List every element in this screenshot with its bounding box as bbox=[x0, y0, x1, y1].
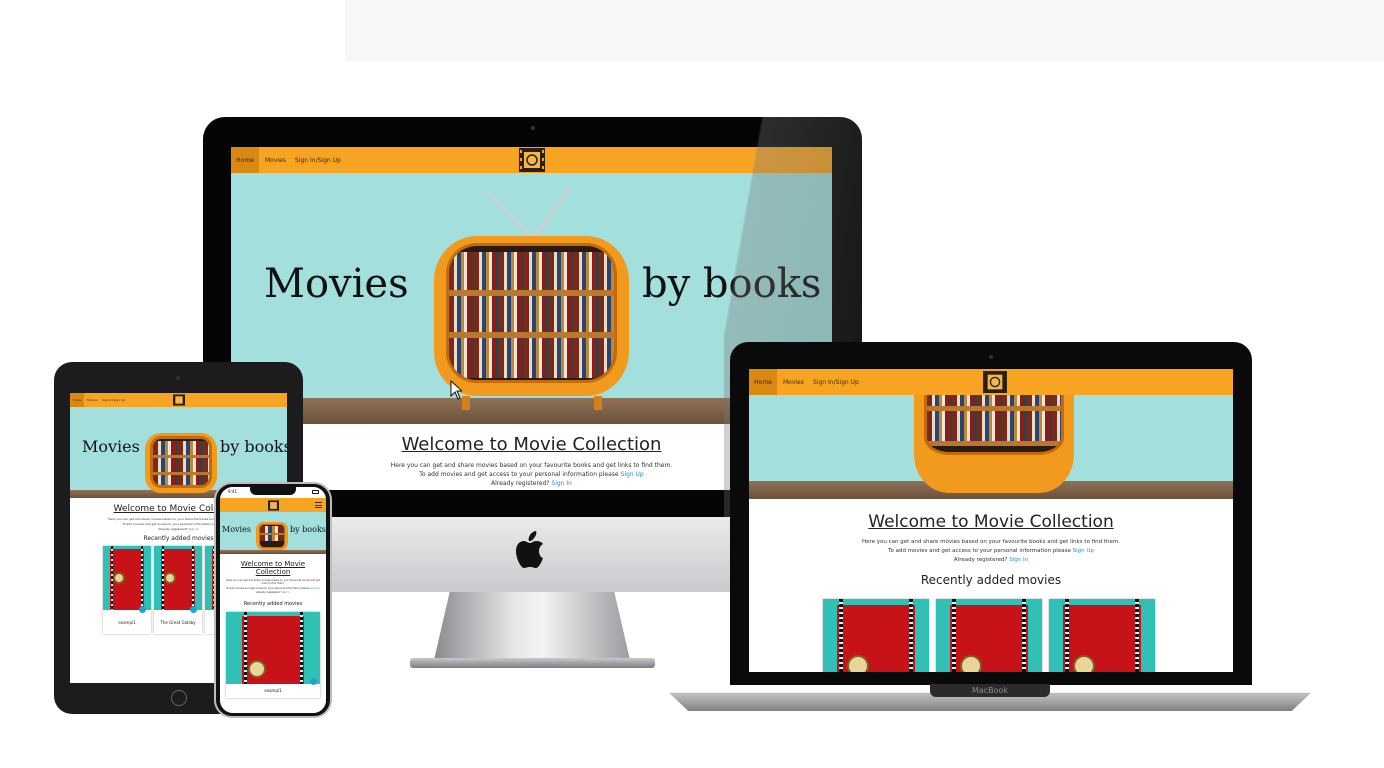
signin-link[interactable]: Sign In bbox=[551, 480, 572, 487]
welcome-heading: Welcome to Movie Collection bbox=[868, 512, 1114, 532]
hero-title-left: Movies bbox=[82, 437, 140, 456]
navbar bbox=[220, 498, 326, 512]
nav-sign-in-up[interactable]: Sign In/Sign Up bbox=[102, 393, 125, 407]
movie-title: exampl1 bbox=[118, 620, 136, 625]
intro-text: Here you can get and share movies based … bbox=[226, 579, 320, 585]
tv-bookshelf-illustration bbox=[434, 181, 629, 413]
signin-link[interactable]: Sign In bbox=[188, 527, 198, 531]
nav-home[interactable]: Home bbox=[70, 393, 84, 407]
movie-card[interactable] bbox=[1049, 599, 1155, 672]
comment-icon[interactable] bbox=[190, 606, 197, 613]
signup-link[interactable]: Sign Up bbox=[1073, 548, 1094, 554]
navbar: Home Movies Sign In/Sign Up bbox=[749, 369, 1233, 395]
nav-movies[interactable]: Movies bbox=[783, 369, 804, 395]
tv-bookshelf-illustration bbox=[145, 417, 217, 497]
recent-heading: Recently added movies bbox=[243, 601, 303, 607]
registered-text: Already registered? Sign In bbox=[256, 591, 290, 594]
nav-home[interactable]: Home bbox=[749, 369, 777, 395]
laptop-brand-label: MacBook bbox=[930, 684, 1050, 697]
film-reel-logo-icon[interactable] bbox=[981, 369, 1009, 395]
add-movies-text: To add movies and get access to your per… bbox=[888, 548, 1094, 554]
movie-title: The Great Gatsby bbox=[160, 620, 196, 625]
hero-banner: Movies by books bbox=[220, 512, 326, 554]
status-time: 9:41 bbox=[228, 489, 237, 494]
navbar: Home Movies Sign In/Sign Up bbox=[231, 147, 832, 173]
add-movies-text: To add movies and get access to your per… bbox=[226, 587, 320, 590]
imac-stand-foot bbox=[410, 658, 655, 668]
tv-bookshelf-illustration bbox=[256, 518, 288, 552]
nav-sign-in-up[interactable]: Sign In/Sign Up bbox=[295, 147, 341, 173]
comment-icon[interactable] bbox=[310, 678, 317, 685]
intro-text: Here you can get and share movies based … bbox=[861, 539, 1121, 545]
signup-link[interactable]: Sign Up bbox=[621, 471, 644, 478]
movie-card[interactable] bbox=[823, 599, 929, 672]
film-reel-logo-icon[interactable] bbox=[172, 393, 186, 407]
welcome-heading: Welcome to Movie Collection bbox=[240, 560, 306, 576]
nav-sign-in-up[interactable]: Sign In/Sign Up bbox=[813, 369, 859, 395]
hero-title-left: Movies bbox=[222, 525, 251, 534]
movie-title: exampl1 bbox=[264, 688, 282, 693]
laptop-screen: Home Movies Sign In/Sign Up Welcome to M… bbox=[749, 369, 1233, 672]
recent-heading: Recently added movies bbox=[920, 573, 1062, 587]
tablet-home-button bbox=[171, 690, 187, 706]
mouse-cursor-icon bbox=[450, 380, 462, 400]
registered-text: Already registered? Sign In bbox=[953, 557, 1029, 563]
hero-title-right: by books bbox=[642, 261, 822, 307]
top-gray-band bbox=[345, 0, 1384, 61]
hero-title-right: by books bbox=[290, 525, 326, 534]
hero-title-right: by books bbox=[220, 437, 287, 456]
welcome-section: Welcome to Movie Collection Here you can… bbox=[749, 499, 1233, 672]
nav-home[interactable]: Home bbox=[231, 147, 259, 173]
apple-logo-icon bbox=[516, 531, 543, 568]
signin-link[interactable]: Sign In bbox=[1009, 557, 1028, 563]
hamburger-menu-icon[interactable] bbox=[315, 502, 322, 508]
laptop-camera bbox=[989, 355, 993, 359]
signin-link[interactable]: Sign In bbox=[281, 591, 290, 594]
battery-icon bbox=[312, 490, 319, 494]
phone-screen: 9:41 Movies by books Welcome to Movie Co… bbox=[220, 487, 326, 713]
movie-card[interactable] bbox=[936, 599, 1042, 672]
hero-banner bbox=[749, 395, 1233, 499]
film-reel-logo-icon[interactable] bbox=[518, 147, 546, 173]
navbar: Home Movies Sign In/Sign Up bbox=[70, 393, 287, 407]
comment-icon[interactable] bbox=[139, 606, 146, 613]
movie-card[interactable]: exampl1 bbox=[226, 612, 320, 698]
tv-bookshelf-illustration bbox=[914, 395, 1074, 495]
welcome-section: Welcome to Movie Collection Here you can… bbox=[220, 554, 326, 713]
nav-movies[interactable]: Movies bbox=[87, 393, 97, 407]
movie-card[interactable]: The Great Gatsby bbox=[154, 546, 202, 634]
hero-title-left: Movies bbox=[264, 261, 409, 307]
phone-notch bbox=[250, 487, 296, 495]
signup-link[interactable]: Sign Up bbox=[310, 587, 320, 590]
film-reel-logo-icon[interactable] bbox=[266, 498, 280, 512]
movie-card[interactable]: exampl1 bbox=[103, 546, 151, 634]
tablet-camera bbox=[176, 376, 180, 380]
nav-movies[interactable]: Movies bbox=[265, 147, 286, 173]
imac-camera bbox=[531, 126, 535, 130]
imac-stand bbox=[434, 592, 630, 660]
